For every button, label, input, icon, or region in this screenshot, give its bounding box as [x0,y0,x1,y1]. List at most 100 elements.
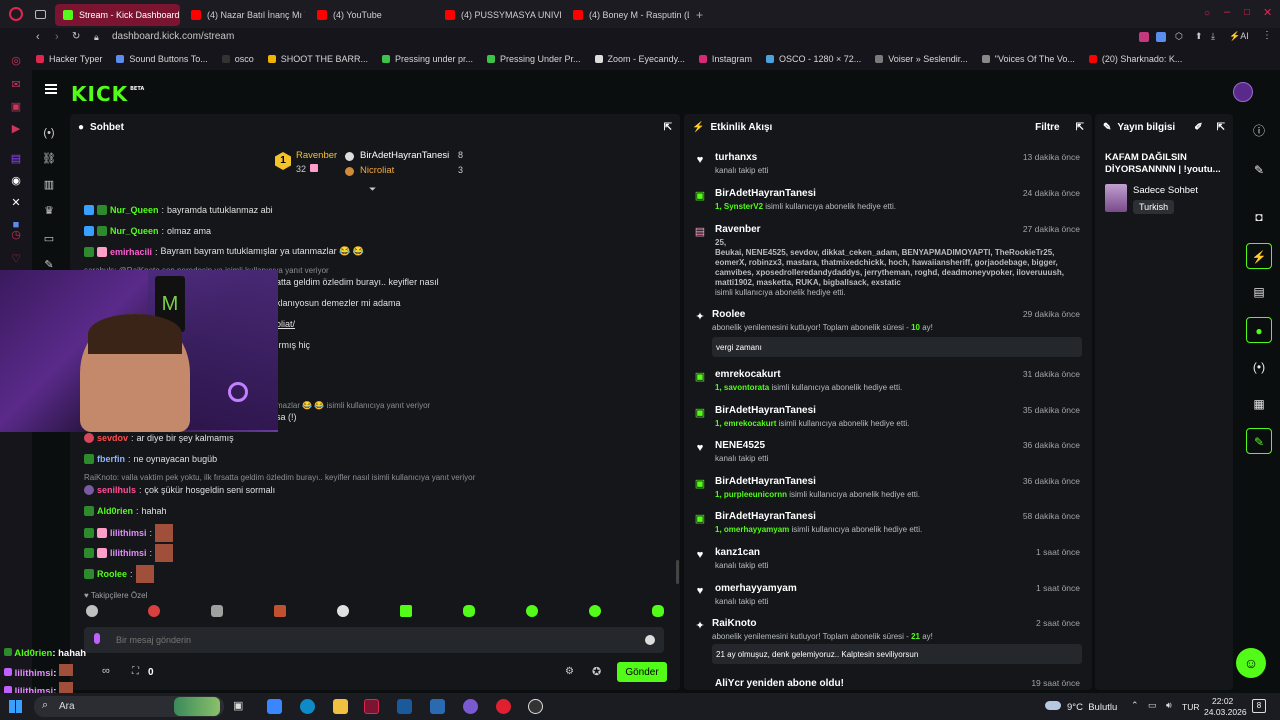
activity-item[interactable]: ✦ Roolee 29 dakika önce abonelik yenilemesi… [694,309,1082,359]
chat-message[interactable]: sevdov: ar diye bir şey kalmamış [84,433,234,443]
activity-item[interactable]: ▣ BirAdetHayranTanesi 24 dakika önce 1, Syn… [694,188,1082,218]
collapse-leaderboard-icon[interactable]: ⏷ [369,184,376,195]
app-icon[interactable] [430,699,445,714]
chat-username[interactable]: Nur_Queen [110,205,159,215]
file-explorer-icon[interactable] [333,699,348,714]
download-icon[interactable]: ⤓ [1211,31,1215,42]
language-indicator[interactable]: TUR [1182,702,1199,712]
back-icon[interactable]: ‹ [36,31,40,43]
activity-item[interactable]: ♥ kanz1can 1 saat önce kanalı takip etti [694,547,1082,577]
bookmark-item[interactable]: osco [221,54,254,64]
notes-icon[interactable]: ▤ [1246,279,1272,305]
chat-username[interactable]: fberfin [97,454,125,464]
tab-youtube-1[interactable]: (4) Nazar Batıl İnanç Mı Y... [183,4,305,26]
search-tabs-icon[interactable]: ○ [1204,8,1210,19]
chat-username[interactable]: Roolee [97,569,127,579]
popout-icon[interactable]: ⇱ [664,122,672,133]
activity-item[interactable]: AliYcr yeniden abone oldu! 19 saat önce [694,678,1082,690]
emote-laugh-icon[interactable] [652,605,664,617]
stream-category[interactable]: Sadece Sohbet [1133,185,1198,196]
activity-user[interactable]: AliYcr yeniden abone oldu! [715,678,844,689]
tab-youtube-3[interactable]: (4) PUSSYMASYA UNIVER... [437,4,561,26]
chat-message[interactable]: Ald0rien: hahah [84,506,167,516]
bookmark-item[interactable]: OSCO - 1280 × 72... [765,54,861,64]
forward-icon[interactable]: › [55,31,59,43]
chat-username[interactable]: sevdov [97,433,128,443]
minimize-icon[interactable]: – [1224,6,1230,18]
scrollbar[interactable] [676,560,679,584]
emote-face-icon[interactable] [148,605,160,617]
bookmark-item[interactable]: SHOOT THE BARR... [267,54,368,64]
chat-icon[interactable]: ● [1246,317,1272,343]
activity-item[interactable]: ♥ turhanxs 13 dakika önce kanalı takip etti [694,152,1082,182]
twitch-icon[interactable]: ▤ [9,152,23,166]
emote-cup-icon[interactable] [400,605,412,617]
ai-icon[interactable]: ⚡AI [1229,31,1249,42]
bookmarks-icon[interactable]: ♡ [9,252,23,266]
bookmark-item[interactable]: Zoom - Eyecandy... [594,54,685,64]
bookmark-item[interactable]: Instagram [698,54,752,64]
filter-button[interactable]: Filtre [1035,122,1059,133]
kick-logo[interactable]: KICK BETA [71,82,144,106]
mod-icon[interactable]: ▦ [1246,391,1272,417]
maximize-icon[interactable]: □ [1244,7,1250,18]
opera-logo-icon[interactable] [9,7,23,21]
activity-user[interactable]: BirAdetHayranTanesi [715,511,816,522]
volume-icon[interactable]: 🔊︎ [1166,700,1172,711]
activity-user[interactable]: omerhayyamyam [715,583,797,594]
activity-user[interactable]: BirAdetHayranTanesi [715,188,816,199]
activity-user[interactable]: turhanxs [715,152,757,163]
leader-first-name[interactable]: Ravenber [296,150,337,161]
obs-icon[interactable] [528,699,543,714]
share-icon[interactable]: ⬆ [1195,31,1203,42]
emote-frog-icon[interactable] [526,605,538,617]
bookmark-item[interactable]: Pressing under pr... [381,54,473,64]
popout-icon[interactable]: ⇱ [1076,122,1084,133]
emote-skull-icon[interactable] [86,605,98,617]
history-icon[interactable]: ◷ [9,228,23,242]
activity-user[interactable]: Roolee [712,309,745,320]
analytics-icon[interactable]: ▥ [42,178,56,192]
notification-icon[interactable]: 8 [1252,699,1266,713]
profile-avatar[interactable] [1233,82,1253,102]
gift-icon[interactable]: ⛶ [132,666,139,677]
chat-message[interactable]: emirhacili: Bayram bayram tutuklamışlar y… [84,246,364,257]
aria-icon[interactable]: ◎ [9,54,23,68]
reload-icon[interactable]: ↻ [72,31,80,42]
emoji-picker-icon[interactable] [645,635,655,645]
bookmark-item[interactable]: Voiser » Seslendir... [875,54,968,64]
stream-icon[interactable]: (•) [42,126,56,140]
tab-switch-icon[interactable] [35,10,46,19]
chat-username[interactable]: lilithimsi [110,528,147,538]
tab-kick-dashboard[interactable]: Stream - Kick Dashboard [55,4,180,26]
tray-chevron-icon[interactable]: ⌃ [1131,700,1139,711]
task-view-icon[interactable]: ▣ [233,699,248,714]
edit-icon[interactable]: ✎ [1246,157,1272,183]
activity-item[interactable]: ▤ Ravenber 27 dakika önce 25, Beukai, NENE… [694,224,1082,304]
youtube-icon[interactable]: ▶ [9,122,23,136]
activity-item[interactable]: ▣ emrekocakurt 31 dakika önce 1, savontorat… [694,369,1082,399]
activity-item[interactable]: ▣ BirAdetHayranTanesi 36 dakika önce 1, pur… [694,476,1082,506]
trophy-icon[interactable]: ♛ [42,204,56,218]
chat-message[interactable]: fberfin: ne oynayacan bugüb [84,454,217,464]
activity-item[interactable]: ▣ BirAdetHayranTanesi 35 dakika önce 1, emr… [694,405,1082,435]
battery-icon[interactable]: ▭ [1148,700,1157,711]
chat-username[interactable]: senilhuls [97,485,136,495]
leader-third-name[interactable]: Nicroliat [360,165,394,176]
discord-icon[interactable]: ◉ [9,174,23,188]
clock-date[interactable]: 24.03.2026 [1204,707,1247,717]
bookmark-item[interactable]: Hacker Typer [36,54,102,64]
tab-youtube-4[interactable]: (4) Boney M - Rasputin (Ly... [565,4,689,26]
edge-icon[interactable] [300,699,315,714]
chat-message[interactable]: Nur_Queen: olmaz ama [84,226,211,236]
broadcast-icon[interactable]: (•) [1246,354,1272,380]
chat-username[interactable]: emirhacili [110,247,152,257]
tab-youtube-2[interactable]: (4) YouTube [309,4,434,26]
instagram-icon[interactable]: ▣ [9,100,23,114]
chat-input-box[interactable] [84,627,664,653]
activity-user[interactable]: kanz1can [715,547,760,558]
clock-time[interactable]: 22:02 [1212,696,1233,706]
translate-icon[interactable] [1156,32,1166,42]
emote-alien-icon[interactable] [337,605,349,617]
snapshot-icon[interactable]: ⬡ [1175,31,1183,42]
